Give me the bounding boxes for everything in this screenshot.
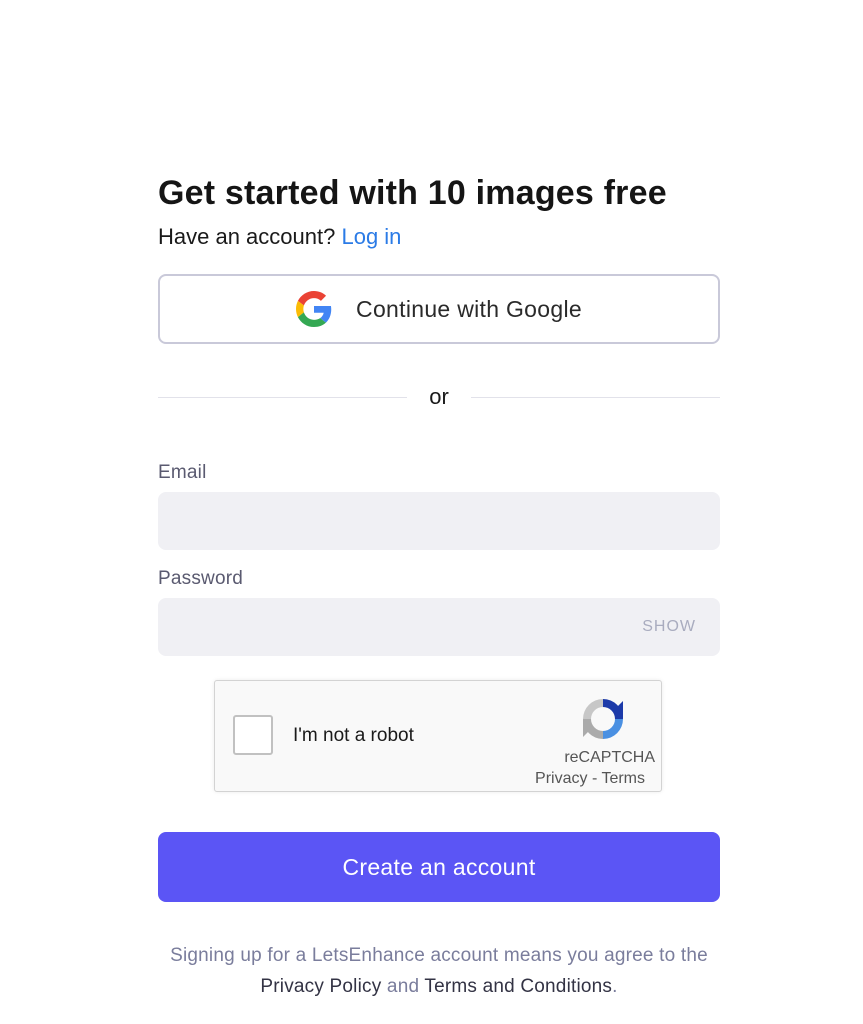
privacy-policy-link[interactable]: Privacy Policy — [260, 976, 381, 997]
recaptcha-privacy-link[interactable]: Privacy — [535, 770, 587, 787]
divider-line-right — [470, 396, 720, 398]
page-title: Get started with 10 images free — [158, 174, 667, 212]
legal-and: and — [386, 976, 420, 997]
recaptcha-checkbox-label: I'm not a robot — [293, 725, 414, 746]
show-password-button[interactable]: SHOW — [642, 618, 696, 636]
continue-with-google-button[interactable]: Continue with Google — [158, 274, 720, 344]
legal-text: Signing up for a LetsEnhance account mea… — [170, 945, 708, 966]
create-account-button[interactable]: Create an account — [158, 832, 720, 902]
or-divider: or — [158, 382, 720, 412]
recaptcha-logo-icon — [579, 695, 627, 743]
google-logo-icon — [296, 291, 332, 327]
login-link[interactable]: Log in — [341, 224, 401, 249]
legal-notice: Signing up for a LetsEnhance account mea… — [158, 940, 720, 1002]
account-prompt: Have an account? Log in — [158, 222, 720, 252]
terms-and-conditions-link[interactable]: Terms and Conditions — [424, 976, 612, 997]
email-input[interactable] — [158, 492, 720, 550]
email-field-wrapper — [158, 492, 720, 550]
recaptcha-checkbox[interactable] — [233, 715, 273, 755]
recaptcha-links: Privacy - Terms — [535, 770, 645, 788]
email-label: Email — [158, 462, 207, 483]
recaptcha-terms-link[interactable]: Terms — [601, 770, 645, 787]
recaptcha-brand: reCAPTCHA — [564, 749, 655, 766]
legal-period: . — [612, 976, 618, 997]
password-label: Password — [158, 568, 244, 589]
account-prompt-text: Have an account? — [158, 224, 336, 249]
signup-form: Get started with 10 images free Have an … — [158, 170, 720, 1002]
password-field-wrapper: SHOW — [158, 598, 720, 656]
google-button-label: Continue with Google — [356, 295, 582, 322]
password-input[interactable] — [158, 598, 720, 656]
recaptcha-link-separator: - — [591, 770, 598, 787]
divider-line-left — [158, 396, 408, 398]
divider-label: or — [429, 384, 449, 409]
recaptcha-widget: I'm not a robot reCAPTCHA Privacy - Term… — [214, 680, 662, 792]
